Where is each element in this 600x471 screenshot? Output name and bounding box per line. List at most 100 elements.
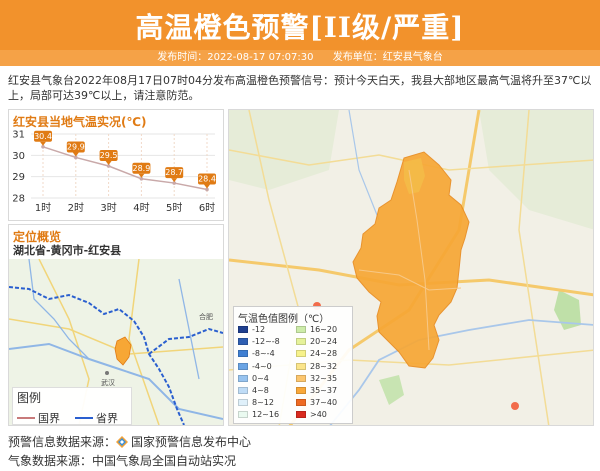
temp-legend-item: >40 [296, 409, 327, 420]
warning-center-logo-icon [116, 436, 129, 448]
city-label-wuhan: 武汉 [101, 378, 115, 387]
temp-legend-item: 37~40 [296, 397, 337, 408]
temp-legend-item: 16~20 [296, 324, 337, 335]
temp-legend-label: 32~35 [310, 373, 338, 383]
data-label-text: 28.4 [198, 174, 216, 183]
temperature-panel: 红安县当地气温实况(℃) 28 29 30 31 1时 2时 3时 4时 5时 6时 30.4 29.… [8, 109, 224, 221]
data-label: 28.7 [165, 167, 184, 183]
temp-legend-swatch [296, 326, 306, 333]
temp-legend-swatch [238, 338, 248, 346]
legend-province-label: 省界 [96, 412, 118, 425]
warning-description: 红安县气象台2022年08月17日07时04分发布高温橙色预警信号：预计今天白天… [8, 74, 592, 102]
y-tick-label: 31 [12, 130, 25, 141]
temp-legend-label: 8~12 [252, 398, 274, 408]
y-tick-label: 30 [12, 151, 25, 162]
data-label-text: 29.5 [100, 151, 118, 160]
map-legend: 图例 国界 省界 [12, 387, 132, 425]
temp-legend-item: 28~32 [296, 361, 337, 372]
temp-legend-label: 37~40 [310, 398, 338, 408]
data-label: 29.5 [99, 150, 118, 165]
temp-legend-item: 35~37 [296, 385, 337, 396]
x-tick-label: 4时 [133, 202, 149, 214]
temp-legend-item: -12 [238, 324, 265, 335]
temp-legend-label: -8~-4 [252, 349, 275, 359]
temperature-color-legend: 气温色值图例（℃） -12 -12~-8 -8~-4 -4~0 0~4 4~8 8~12 12… [233, 306, 353, 424]
header-banner: 高温橙色预警[II级/严重] 发布时间：2022-08-17 07:07:30 … [0, 0, 600, 66]
city-label-hefei: 合肥 [199, 312, 213, 321]
data-label: 29.9 [66, 141, 85, 157]
temp-legend-swatch [238, 399, 248, 407]
data-label-pointer [72, 152, 79, 157]
x-tick-label: 6时 [199, 202, 215, 214]
temp-legend-item: 12~16 [238, 409, 279, 420]
legend-national-border: 国界 [17, 410, 60, 426]
province-border-line-icon [75, 417, 93, 419]
temp-legend-swatch [296, 411, 306, 419]
x-tick-label: 2时 [68, 202, 84, 214]
publish-time: 发布时间：2022-08-17 07:07:30 [157, 52, 314, 63]
main-map-panel: 气温色值图例（℃） -12 -12~-8 -8~-4 -4~0 0~4 4~8 8~12 12… [228, 109, 594, 426]
data-label-pointer [40, 141, 46, 146]
weather-source-line: 气象数据来源：中国气象局全国自动站实况 [8, 454, 237, 468]
data-label-pointer [105, 161, 112, 165]
x-tick-label: 5时 [166, 202, 182, 214]
data-label-text: 29.9 [67, 142, 85, 151]
data-label: 30.4 [34, 130, 52, 146]
map-marker [511, 402, 519, 410]
warning-source-name: 国家预警信息发布中心 [131, 435, 252, 449]
temp-legend-swatch [238, 411, 248, 419]
x-tick-label: 1时 [35, 202, 51, 214]
temp-legend-swatch [296, 387, 306, 394]
temp-legend-swatch [296, 374, 306, 382]
temp-legend-label: 35~37 [310, 386, 338, 395]
data-label-text: 28.7 [165, 168, 183, 177]
temp-legend-label: 4~8 [252, 386, 269, 395]
map-legend-title: 图例 [17, 391, 42, 405]
data-label: 28.4 [198, 173, 216, 189]
data-label-pointer [171, 178, 178, 183]
legend-province-border: 省界 [75, 410, 118, 426]
temp-legend-label: 12~16 [252, 410, 280, 420]
location-panel: 定位概览 湖北省-黄冈市-红安县 武汉 合肥 图例 国界 省界 [8, 224, 224, 426]
legend-national-label: 国界 [38, 412, 60, 425]
temp-legend-item: -8~-4 [238, 348, 275, 359]
publish-unit: 发布单位：红安县气象台 [332, 52, 443, 63]
temp-legend-swatch [238, 350, 248, 358]
temp-legend-item: 20~24 [296, 336, 337, 347]
temp-legend-label: 28~32 [310, 361, 338, 371]
warning-source-line: 预警信息数据来源： 国家预警信息发布中心 [8, 433, 251, 450]
temp-legend-label: >40 [310, 410, 327, 420]
temp-legend-item: 24~28 [296, 348, 337, 359]
wuhan-city-dot [105, 371, 109, 375]
temp-legend-swatch [296, 362, 306, 370]
temp-legend-swatch [238, 326, 248, 333]
warning-source-label: 预警信息数据来源： [8, 435, 117, 449]
meta-bar: 发布时间：2022-08-17 07:07:30 发布单位：红安县气象台 [0, 50, 600, 66]
temp-legend-swatch [296, 399, 306, 407]
temp-legend-label: 20~24 [310, 337, 338, 347]
temp-legend-label: -4~0 [252, 361, 272, 371]
temp-legend-label: -12 [252, 325, 266, 334]
temp-legend-item: 32~35 [296, 373, 337, 384]
data-label-text: 30.4 [34, 132, 52, 141]
temp-legend-label: 0~4 [252, 373, 269, 383]
temp-legend-label: 24~28 [310, 349, 338, 359]
temperature-chart: 28 29 30 31 1时 2时 3时 4时 5时 6时 30.4 29.9 29.5 28.9 28.7… [12, 130, 216, 214]
temp-legend-item: 8~12 [238, 397, 274, 408]
temp-legend-swatch [238, 362, 248, 370]
data-label-text: 28.9 [132, 164, 150, 173]
location-path: 湖北省-黄冈市-红安县 [13, 244, 122, 257]
temp-legend-swatch [238, 374, 248, 382]
page-title: 高温橙色预警[II级/严重] [135, 11, 465, 44]
temp-legend-item: -12~-8 [238, 336, 280, 347]
temp-legend-item: 4~8 [238, 385, 269, 396]
temp-legend-swatch [238, 387, 248, 394]
temp-legend-label: -12~-8 [252, 337, 280, 347]
y-tick-label: 29 [12, 172, 25, 183]
temp-legend-swatch [296, 338, 306, 346]
temp-legend-swatch [296, 350, 306, 358]
x-tick-label: 3时 [100, 202, 116, 214]
y-tick-label: 28 [12, 194, 25, 205]
temp-legend-label: 16~20 [310, 325, 338, 334]
data-label-pointer [204, 184, 210, 189]
